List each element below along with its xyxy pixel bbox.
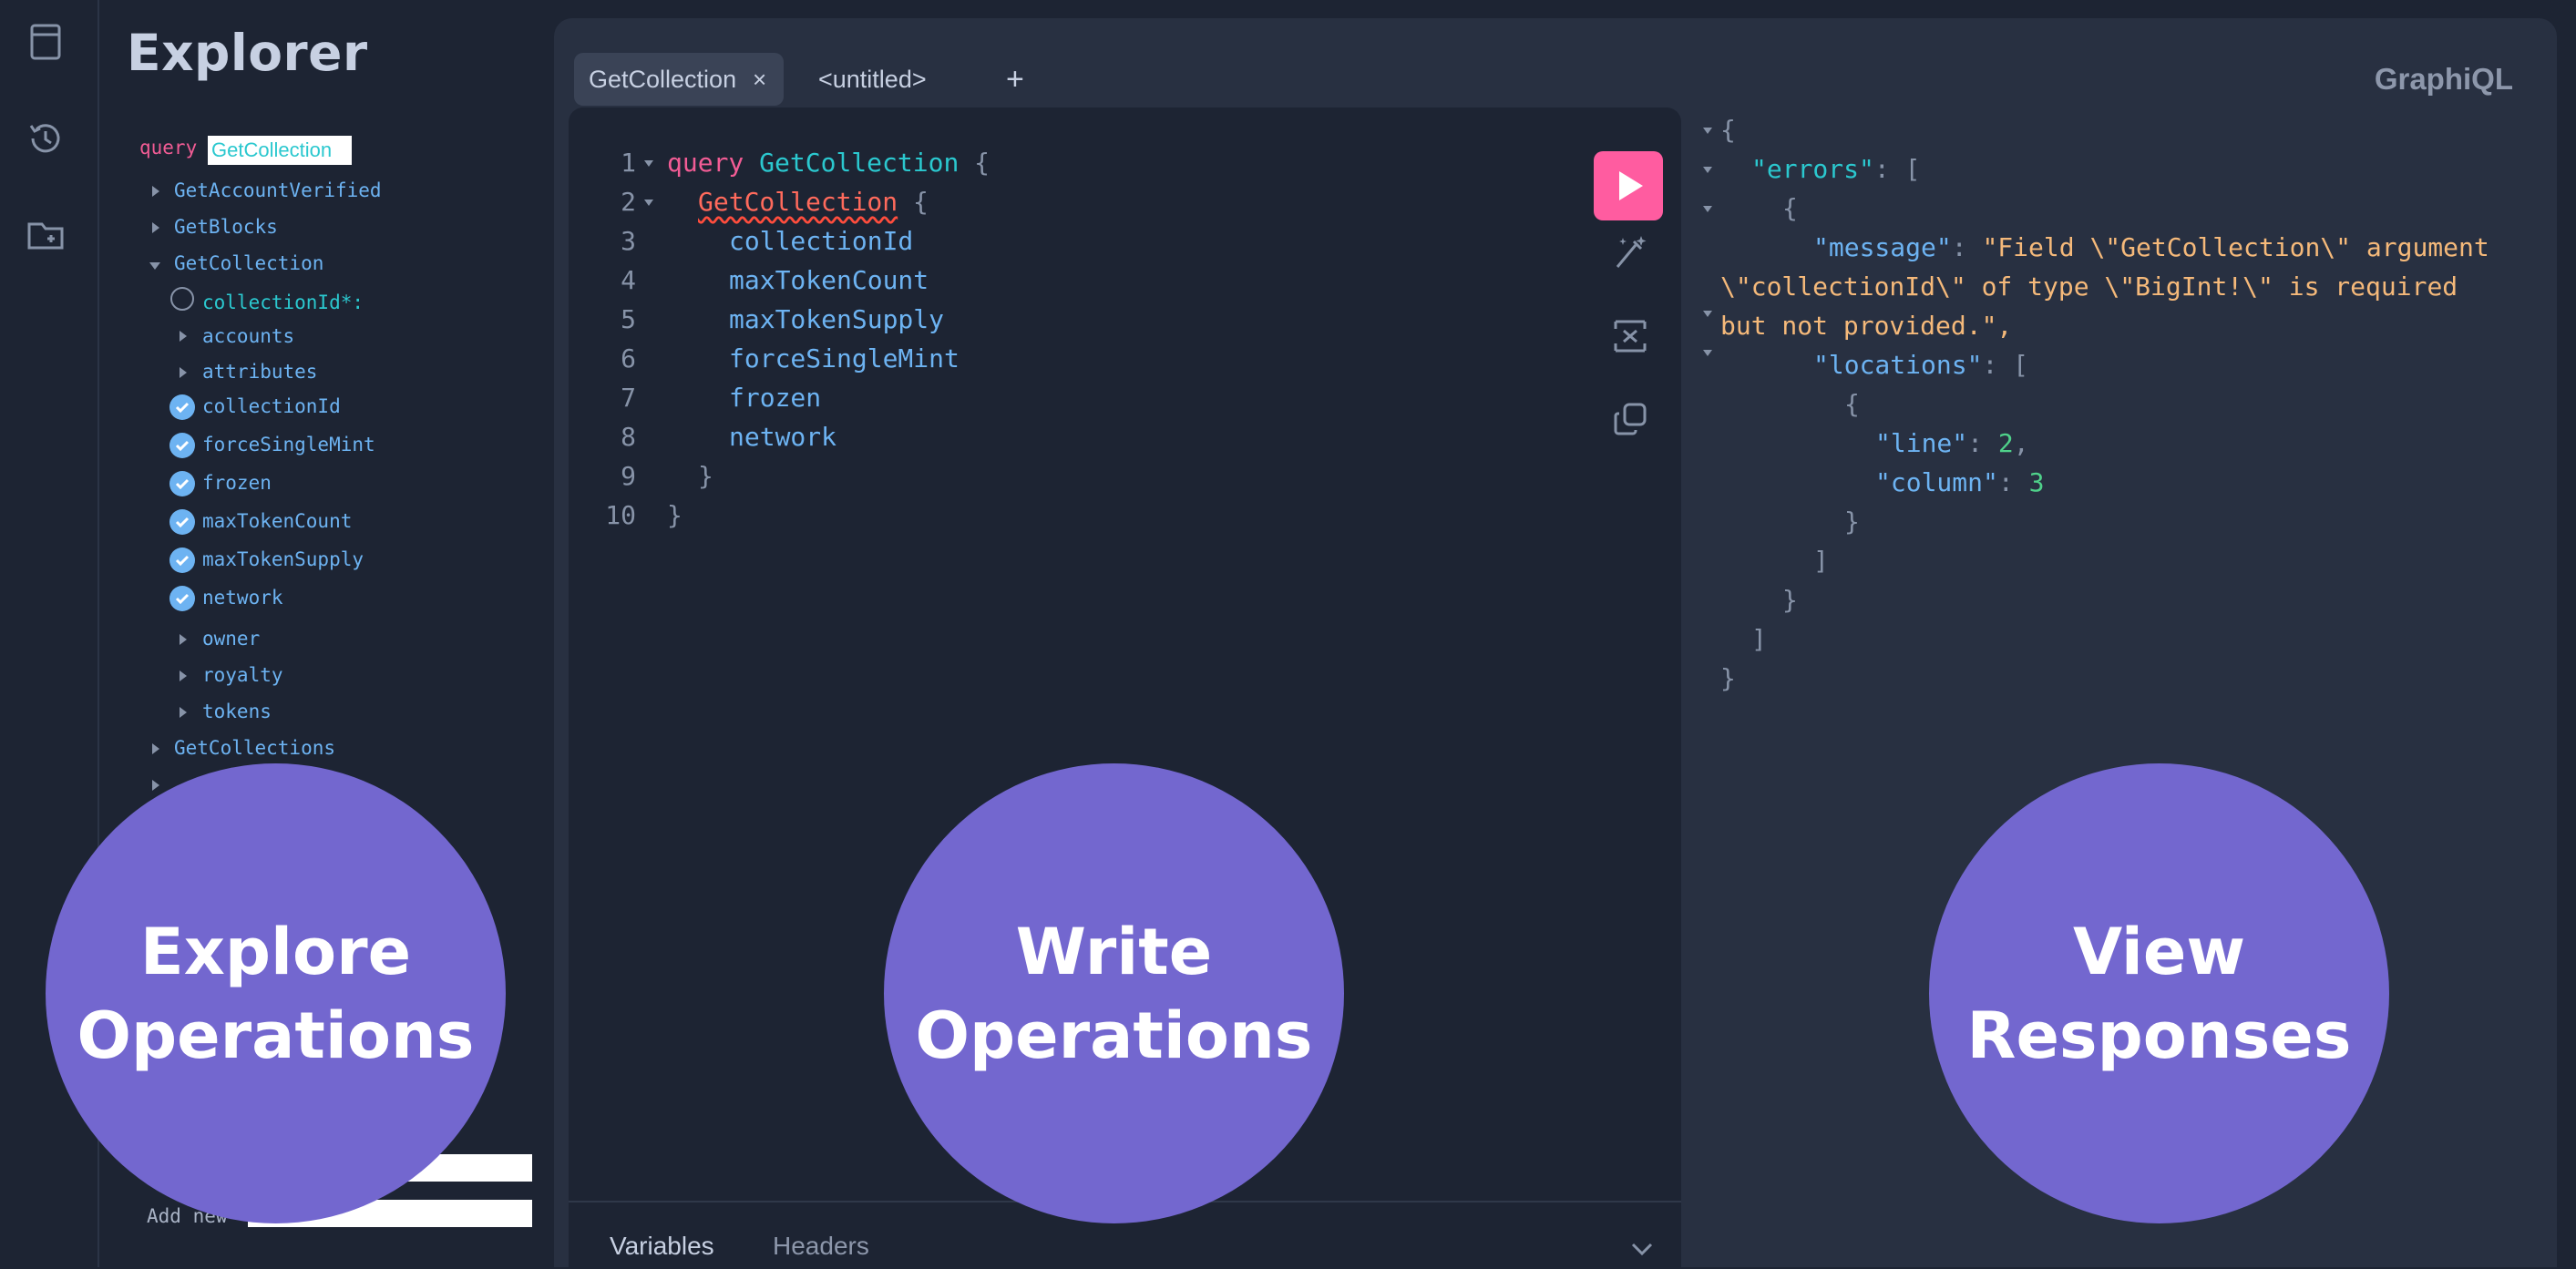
field-item[interactable]: accounts <box>202 325 294 347</box>
json-message-line: "message": "Field \"GetCollection\" argu… <box>1813 232 2489 262</box>
json-brace: } <box>1720 663 1736 693</box>
json-brace: { <box>1844 389 1860 419</box>
json-message-cont: but not provided.", <box>1720 311 2013 341</box>
line-number: 8 <box>621 422 636 452</box>
fold-arrow-icon[interactable] <box>1703 167 1712 173</box>
expand-arrow-icon[interactable] <box>152 186 159 197</box>
explore-operations-badge: Explore Operations <box>46 763 506 1223</box>
code-line-10: } <box>667 500 682 530</box>
line-number: 9 <box>621 461 636 491</box>
add-tab-button[interactable]: + <box>1006 53 1024 106</box>
field-item[interactable]: tokens <box>202 701 272 722</box>
copy-icon[interactable] <box>1610 399 1650 439</box>
code-line-8: network <box>729 422 837 452</box>
operation-item[interactable]: GetAccountVerified <box>174 179 382 201</box>
argument-field[interactable]: collectionId*: <box>202 292 364 313</box>
code-line-5: maxTokenSupply <box>729 304 945 334</box>
json-brace: { <box>1720 115 1736 145</box>
json-line-line: "line": 2, <box>1875 428 2029 458</box>
tab-untitled[interactable]: <untitled> <box>818 53 927 106</box>
json-message-cont: \"collectionId\" of type \"BigInt!\" is … <box>1720 271 2458 302</box>
tab-label: GetCollection <box>589 66 737 93</box>
code-line-2: GetCollection { <box>698 187 929 217</box>
checkmark-icon[interactable] <box>169 433 195 458</box>
checkmark-icon[interactable] <box>169 471 195 496</box>
expand-arrow-icon[interactable] <box>152 222 159 233</box>
play-icon <box>1619 171 1643 200</box>
fold-arrow-icon[interactable] <box>1703 206 1712 212</box>
line-number: 6 <box>621 343 636 374</box>
code-line-1: query GetCollection { <box>667 148 990 178</box>
fold-arrow-icon[interactable] <box>644 200 653 206</box>
json-locations-line: "locations": [ <box>1813 350 2029 380</box>
fold-arrow-icon[interactable] <box>1703 311 1712 317</box>
checkmark-icon[interactable] <box>169 394 195 420</box>
line-number: 10 <box>605 500 636 530</box>
operation-name-input[interactable]: GetCollection <box>208 136 352 165</box>
query-keyword: query <box>139 137 198 159</box>
code-line-7: frozen <box>729 383 822 413</box>
chevron-down-icon[interactable] <box>1630 1241 1654 1261</box>
field-item[interactable]: collectionId <box>202 395 341 417</box>
explorer-title: Explorer <box>127 24 368 82</box>
expand-arrow-icon[interactable] <box>152 780 159 791</box>
field-item[interactable]: royalty <box>202 664 283 686</box>
field-item[interactable]: maxTokenCount <box>202 510 352 532</box>
write-operations-badge: Write Operations <box>884 763 1344 1223</box>
fold-arrow-icon[interactable] <box>1703 128 1712 134</box>
history-icon[interactable] <box>24 117 67 160</box>
fold-arrow-icon[interactable] <box>1703 350 1712 356</box>
line-number: 3 <box>621 226 636 256</box>
field-item[interactable]: frozen <box>202 472 272 494</box>
line-number: 2 <box>621 187 636 217</box>
line-number: 4 <box>621 265 636 295</box>
json-column-line: "column": 3 <box>1875 467 2045 497</box>
json-brace: } <box>1844 507 1860 537</box>
checkmark-icon[interactable] <box>169 509 195 535</box>
tab-headers[interactable]: Headers <box>773 1232 869 1261</box>
docs-icon[interactable] <box>24 20 67 64</box>
json-errors-line: "errors": [ <box>1751 154 1921 184</box>
fold-arrow-icon[interactable] <box>644 160 653 167</box>
expand-arrow-icon[interactable] <box>180 707 187 718</box>
code-line-9: } <box>698 461 713 491</box>
json-brace: { <box>1782 193 1798 223</box>
code-line-3: collectionId <box>729 226 914 256</box>
tab-getcollection[interactable]: GetCollection × <box>574 53 784 106</box>
field-item[interactable]: maxTokenSupply <box>202 548 364 570</box>
close-tab-icon[interactable]: × <box>753 53 766 106</box>
checkmark-icon[interactable] <box>169 586 195 611</box>
field-item[interactable]: forceSingleMint <box>202 434 375 455</box>
expand-arrow-icon[interactable] <box>180 331 187 342</box>
checkmark-icon[interactable] <box>169 548 195 573</box>
code-line-6: forceSingleMint <box>729 343 960 374</box>
expand-arrow-icon[interactable] <box>180 367 187 378</box>
field-item[interactable]: owner <box>202 628 260 650</box>
expand-arrow-icon[interactable] <box>180 670 187 681</box>
json-bracket: ] <box>1751 624 1767 654</box>
json-bracket: ] <box>1813 546 1829 576</box>
code-line-4: maxTokenCount <box>729 265 929 295</box>
merge-fragments-icon[interactable] <box>1610 316 1650 356</box>
tab-variables[interactable]: Variables <box>610 1232 714 1261</box>
expand-arrow-icon[interactable] <box>180 634 187 645</box>
line-number: 5 <box>621 304 636 334</box>
line-number: 1 <box>621 148 636 178</box>
explorer-folder-icon[interactable] <box>24 213 67 257</box>
view-responses-badge: View Responses <box>1929 763 2389 1223</box>
graphiql-logo: GraphiQL <box>2374 62 2513 96</box>
expand-arrow-icon[interactable] <box>152 743 159 754</box>
collapse-arrow-icon[interactable] <box>149 262 160 270</box>
operation-item-active[interactable]: GetCollection <box>174 252 323 274</box>
prettify-icon[interactable] <box>1610 232 1650 272</box>
field-item[interactable]: attributes <box>202 361 317 383</box>
operation-item[interactable]: GetCollections <box>174 737 335 759</box>
json-brace: } <box>1782 585 1798 615</box>
line-number: 7 <box>621 383 636 413</box>
field-item[interactable]: network <box>202 587 283 609</box>
operation-item[interactable]: GetBlocks <box>174 216 278 238</box>
run-query-button[interactable] <box>1594 151 1663 220</box>
unchecked-circle-icon[interactable] <box>170 287 194 311</box>
